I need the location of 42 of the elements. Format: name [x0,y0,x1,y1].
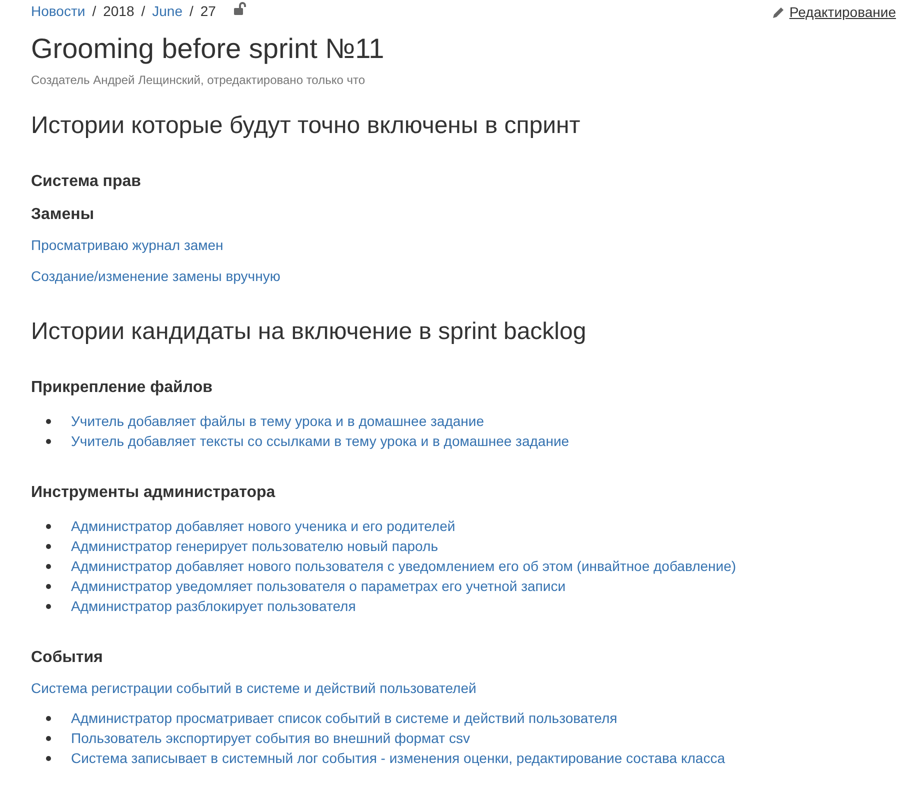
subsection-heading: Система прав [31,172,142,192]
story-link[interactable]: Администратор добавляет нового ученика и его родителей [71,516,456,536]
story-link[interactable]: Администратор просматривает список событий в системе и действий пользователя [71,708,618,728]
page-title: Grooming before sprint №11 [31,32,386,66]
bullet-icon [46,564,51,568]
pencil-icon [772,6,786,19]
unlocked-padlock-icon[interactable] [234,2,247,16]
subsection-heading: Инструменты администратора [31,483,276,503]
subsection-heading: Прикрепление файлов [31,378,214,398]
bullet-icon [46,524,51,528]
edit-link[interactable]: Редактирование [772,2,896,23]
bullet-icon [46,756,51,760]
story-link[interactable]: Администратор генерирует пользователю новый пароль [71,536,438,556]
subsection-heading: События [31,648,104,668]
bullet-icon [46,418,51,424]
bullet-icon [46,584,51,588]
story-link[interactable]: Учитель добавляет тексты со ссылками в тему урока и в домашнее задание [71,431,570,451]
story-link[interactable]: Пользователь экспортирует события во внешний формат csv [71,728,470,748]
bullet-icon [46,604,51,608]
breadcrumb-separator: / [92,2,96,20]
bullet-icon [46,438,51,444]
breadcrumb-item: 2018 [103,2,134,20]
breadcrumb-separator: / [190,2,194,20]
story-link[interactable]: Администратор добавляет нового пользователя с уведомлением его об этом (инвайтное добавление) [71,556,736,576]
bullet-icon [46,544,51,548]
story-link[interactable]: Администратор уведомляет пользователя о параметрах его учетной записи [71,576,566,596]
breadcrumb-link[interactable]: Новости [31,0,86,22]
bullet-icon [46,716,51,720]
breadcrumb-separator: / [141,2,146,20]
byline: Создатель Андрей Лещинский, отредактировано только что [31,72,366,89]
story-link[interactable]: Просматриваю журнал замен [31,235,224,255]
story-link[interactable]: Учитель добавляет файлы в тему урока и в домашнее задание [71,411,484,431]
story-link[interactable]: Система регистрации событий в системе и действий пользователей [31,678,476,698]
section-heading: Истории кандидаты на включение в sprint backlog [31,317,588,347]
bullet-icon [46,736,51,740]
story-link[interactable]: Создание/изменение замены вручную [31,266,280,286]
subsection-heading: Замены [31,205,95,225]
breadcrumb-link[interactable]: June [152,0,182,22]
breadcrumb-item: 27 [200,2,216,20]
story-link[interactable]: Система записывает в системный лог события - изменения оценки, редактирование состава класса [71,748,725,768]
section-heading: Истории которые будут точно включены в спринт [31,111,582,141]
story-link[interactable]: Администратор разблокирует пользователя [71,596,356,616]
